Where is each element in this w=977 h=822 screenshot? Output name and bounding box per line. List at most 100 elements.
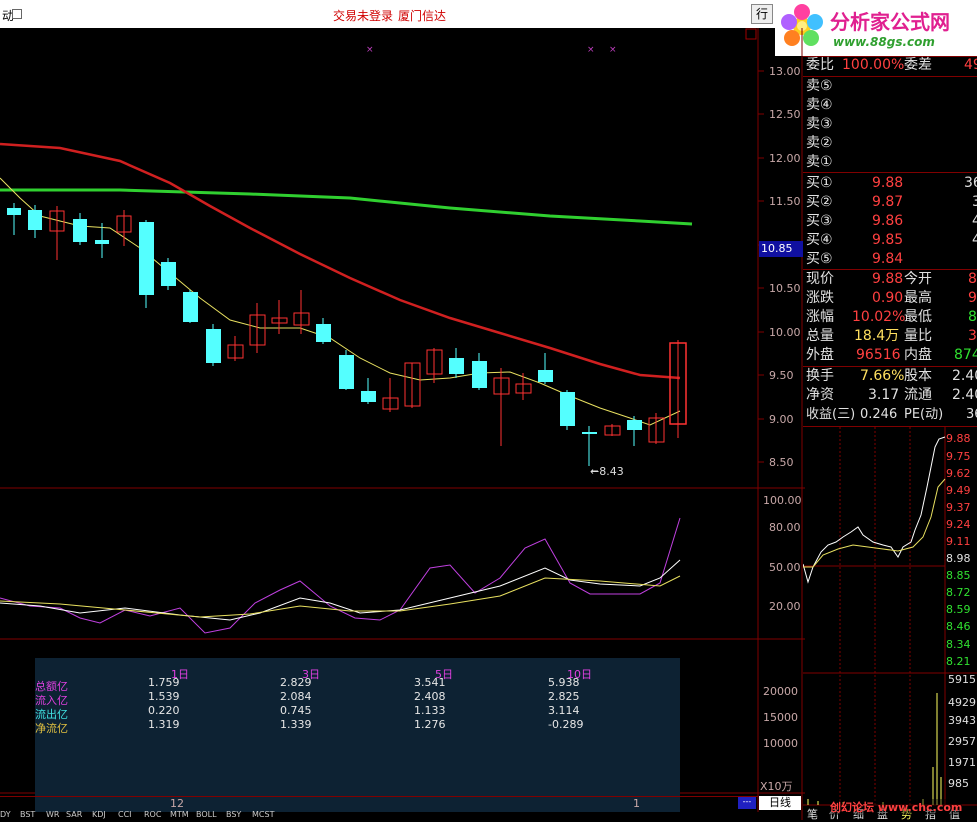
volume-axis-label: 10000: [763, 737, 798, 750]
tab-bsy[interactable]: BSY: [226, 810, 241, 819]
period-button[interactable]: 日线: [759, 796, 801, 810]
candle: [604, 424, 621, 436]
tab-kdj[interactable]: KDJ: [92, 810, 106, 819]
candle: [426, 348, 443, 383]
collapse-icon[interactable]: [12, 9, 22, 19]
tab-sar[interactable]: SAR: [66, 810, 82, 819]
candle: [206, 324, 221, 366]
login-status[interactable]: 交易未登录: [333, 7, 393, 24]
intraday-vol-label: 2957: [948, 735, 976, 748]
intraday-price-line: [803, 436, 946, 584]
signal-marker: ×: [366, 45, 374, 55]
indicator-axis-label: 100.00: [763, 494, 802, 507]
intraday-axis-label: 8.34: [946, 638, 971, 651]
tab-dy[interactable]: DY: [0, 810, 11, 819]
buy-row: 买④ 9.85 4: [806, 232, 977, 248]
ma-red-line: [0, 142, 681, 380]
tab-wr[interactable]: WR: [46, 810, 59, 819]
candle: [49, 206, 65, 260]
fund-value: 1.759: [148, 676, 180, 689]
tab-roc[interactable]: ROC: [144, 810, 161, 819]
quote-toggle-button[interactable]: 行: [751, 4, 773, 24]
time-label: 12: [170, 797, 184, 810]
price-axis-label: 10.50: [769, 282, 801, 295]
intraday-axis-label: 8.21: [946, 655, 971, 668]
price-axis-label: 9.50: [769, 369, 794, 382]
candle: [560, 390, 575, 430]
intraday-axis-label: 9.62: [946, 467, 971, 480]
fund-value: 1.133: [414, 704, 446, 717]
candle: [627, 416, 642, 446]
intraday-axis-label: 9.11: [946, 535, 971, 548]
volume-unit: X10万: [760, 780, 793, 793]
candle: [515, 373, 532, 400]
candlesticks: [7, 203, 687, 466]
ma-green-line: [0, 188, 693, 226]
stat-row: 收益(三)0.246PE(动)36: [806, 407, 977, 422]
indicator-magenta: [0, 517, 681, 634]
logo-url: www.88gs.com: [833, 35, 935, 49]
fund-row-label: 净流亿: [35, 722, 68, 735]
candle: [183, 290, 198, 323]
fund-value: 0.745: [280, 704, 312, 717]
intraday-avg-line: [803, 478, 946, 568]
time-axis: 12 1: [0, 796, 758, 811]
tab-mcst[interactable]: MCST: [252, 810, 274, 819]
fund-value: 3.541: [414, 676, 446, 689]
stat-row: 现价9.88今开8.: [806, 271, 977, 287]
indicator-axis-label: 20.00: [769, 600, 801, 613]
stat-row: 外盘 96516 内盘 874: [806, 347, 977, 363]
time-label: 1: [633, 797, 640, 810]
intraday-axis-label: 8.98: [946, 552, 971, 565]
candle: [404, 362, 421, 408]
buy-row: 买② 9.87 3: [806, 194, 977, 210]
fund-value: 1.339: [280, 718, 312, 731]
candle: [316, 318, 331, 344]
stat-row: 净资3.17流通2.40: [806, 387, 977, 403]
candle: [361, 378, 376, 404]
stat-row: 总量18.4万量比3.: [806, 328, 977, 344]
candle: [449, 348, 464, 378]
sell-row: 卖①: [806, 154, 833, 170]
sell-row: 卖④: [806, 97, 833, 113]
fund-value: 5.938: [548, 676, 580, 689]
buy-row: 买①9.8836: [806, 175, 977, 191]
price-axis-label: 13.00: [769, 65, 801, 78]
weibi-row: 委比 100.00% 委差 49: [806, 57, 977, 73]
candle: [161, 258, 176, 290]
price-axis-label: 12.00: [769, 152, 801, 165]
indicator-axis-label: 50.00: [769, 561, 801, 574]
fund-value: 2.825: [548, 690, 580, 703]
candle: [582, 426, 597, 466]
tab-cci[interactable]: CCI: [118, 810, 132, 819]
scroll-button[interactable]: ---: [738, 797, 756, 809]
signal-marker: ×: [609, 45, 617, 55]
fund-flow-panel: 1日 3日 5日 10日 总额亿 1.759 2.829 3.541 5.938…: [35, 658, 680, 818]
fund-value: 0.220: [148, 704, 180, 717]
current-price-tag: 10.85: [759, 241, 803, 257]
intraday-axis-label: 8.59: [946, 603, 971, 616]
candle: [139, 220, 154, 308]
candle: [472, 353, 487, 390]
intraday-axis-label: 9.24: [946, 518, 971, 531]
sell-row: 卖③: [806, 116, 833, 132]
volume-axis-label: 20000: [763, 685, 798, 698]
candle: [382, 378, 399, 412]
price-axis-label: 11.50: [769, 195, 801, 208]
candle: [227, 336, 244, 361]
candle: [7, 203, 21, 235]
fund-value: 1.539: [148, 690, 180, 703]
candle: [669, 340, 687, 438]
candle: [73, 213, 87, 245]
fund-value: 2.084: [280, 690, 312, 703]
tab-boll[interactable]: BOLL: [196, 810, 217, 819]
tab-bst[interactable]: BST: [20, 810, 35, 819]
intraday-vol-label: 3943: [948, 714, 976, 727]
intraday-axis-label: 8.85: [946, 569, 971, 582]
intraday-vol-label: 4929: [948, 696, 976, 709]
sell-row: 卖②: [806, 135, 833, 151]
volume-axis-label: 15000: [763, 711, 798, 724]
tab-mtm[interactable]: MTM: [170, 810, 189, 819]
indicator-tabs: DY BST WR SAR KDJ CCI ROC MTM BOLL BSY M…: [0, 810, 800, 820]
intraday-vol-label: 985: [948, 777, 969, 790]
